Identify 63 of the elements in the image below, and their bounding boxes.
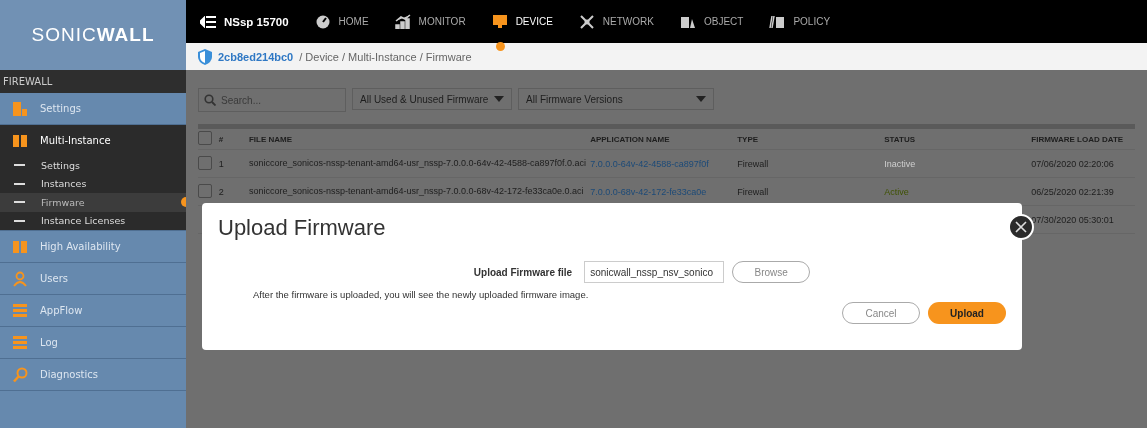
magnifier-icon bbox=[12, 366, 28, 383]
table-cell-text: 07/06/2020 02:20:06 bbox=[1031, 158, 1115, 169]
sidebar-subitem[interactable]: Instances bbox=[0, 174, 186, 193]
module-icon bbox=[12, 132, 28, 149]
column-header: STATUS bbox=[884, 134, 917, 144]
nav-tab[interactable]: OBJECT bbox=[679, 3, 744, 40]
checkbox[interactable] bbox=[198, 131, 212, 145]
nav-tab[interactable]: POLICY bbox=[769, 3, 831, 40]
sidebar-subitem[interactable]: Settings bbox=[0, 156, 186, 175]
status-text: Active bbox=[884, 186, 910, 197]
gauge-icon bbox=[314, 13, 331, 30]
user-icon bbox=[12, 270, 28, 287]
column-header: # bbox=[218, 134, 225, 144]
module-icon bbox=[12, 100, 28, 117]
device-menu[interactable]: NSsp 15700 bbox=[200, 15, 289, 28]
dialog-title: Upload Firmware bbox=[218, 215, 387, 241]
nav-tab[interactable]: NETWORK bbox=[578, 3, 654, 40]
module-icon bbox=[12, 302, 28, 319]
table-cell-text: 2 bbox=[218, 186, 225, 197]
table-cell-text: Firewall bbox=[737, 186, 770, 197]
status-text: Inactive bbox=[884, 158, 917, 169]
checkbox[interactable] bbox=[198, 183, 212, 198]
policy-icon bbox=[769, 13, 786, 30]
module-icon bbox=[12, 334, 28, 351]
sidebar-item[interactable]: Users bbox=[0, 263, 186, 294]
table-cell-text: 06/25/2020 02:21:39 bbox=[1031, 186, 1115, 197]
chart-icon bbox=[394, 13, 411, 30]
monitor-icon bbox=[491, 13, 508, 30]
table-cell-text: 07/30/2020 05:30:01 bbox=[1031, 214, 1115, 225]
upload-button[interactable]: Upload bbox=[928, 302, 1006, 324]
table-cell-text: soniccore_sonicos-nssp-tenant-amd64-usr_nssp-7.0.0.0-64v-42-4588-ca897f0f.0.aci bbox=[248, 157, 588, 170]
table-cell-text: Firewall bbox=[737, 158, 770, 169]
column-header: FIRMWARE LOAD DATE bbox=[1031, 134, 1125, 144]
column-header: APPLICATION NAME bbox=[590, 134, 671, 144]
table-cell-text: soniccore_sonicos-nssp-tenant-amd64-usr_nssp-7.0.0.0-68v-42-172-fe33ca0e.0.aci bbox=[248, 185, 585, 198]
menu-icon bbox=[200, 15, 216, 28]
usage-dropdown[interactable]: All Used & Unused Firmware bbox=[352, 88, 512, 110]
version-dropdown[interactable]: All Firmware Versions bbox=[518, 88, 714, 110]
shield-icon bbox=[198, 48, 212, 65]
checkbox[interactable] bbox=[198, 155, 212, 170]
breadcrumb-trail: / Device / Multi-Instance / Firmware bbox=[299, 50, 472, 63]
sidebar-item[interactable]: Multi-Instance bbox=[0, 125, 186, 156]
field-label: Upload Firmware file bbox=[473, 266, 573, 278]
section-header: FIREWALL bbox=[0, 70, 186, 93]
table-cell-text: 1 bbox=[218, 158, 225, 169]
nav-tab[interactable]: MONITOR bbox=[394, 3, 466, 40]
logo: SONICWALL bbox=[0, 0, 186, 70]
file-field[interactable]: sonicwall_nssp_nsv_sonico bbox=[584, 261, 725, 283]
nav-tab[interactable]: DEVICE bbox=[491, 3, 553, 40]
nav-tab[interactable]: HOME bbox=[314, 3, 369, 40]
column-header: FILE NAME bbox=[248, 133, 293, 146]
cancel-button[interactable]: Cancel bbox=[842, 302, 920, 324]
browse-button[interactable]: Browse bbox=[732, 261, 811, 283]
module-icon bbox=[12, 238, 28, 255]
sidebar-subitem[interactable]: Instance Licenses bbox=[0, 211, 186, 230]
sidebar-item[interactable]: Settings bbox=[0, 93, 186, 124]
column-header: TYPE bbox=[737, 134, 760, 144]
network-icon bbox=[578, 13, 595, 30]
sidebar-item[interactable]: High Availability bbox=[0, 231, 186, 262]
search-icon bbox=[204, 94, 216, 106]
dialog-note: After the firmware is uploaded, you will see the newly uploaded firmware image. bbox=[253, 289, 590, 300]
sidebar-subitem[interactable]: Firmware bbox=[0, 193, 186, 212]
breadcrumb-link[interactable]: 2cb8ed214bc0 bbox=[218, 50, 294, 63]
